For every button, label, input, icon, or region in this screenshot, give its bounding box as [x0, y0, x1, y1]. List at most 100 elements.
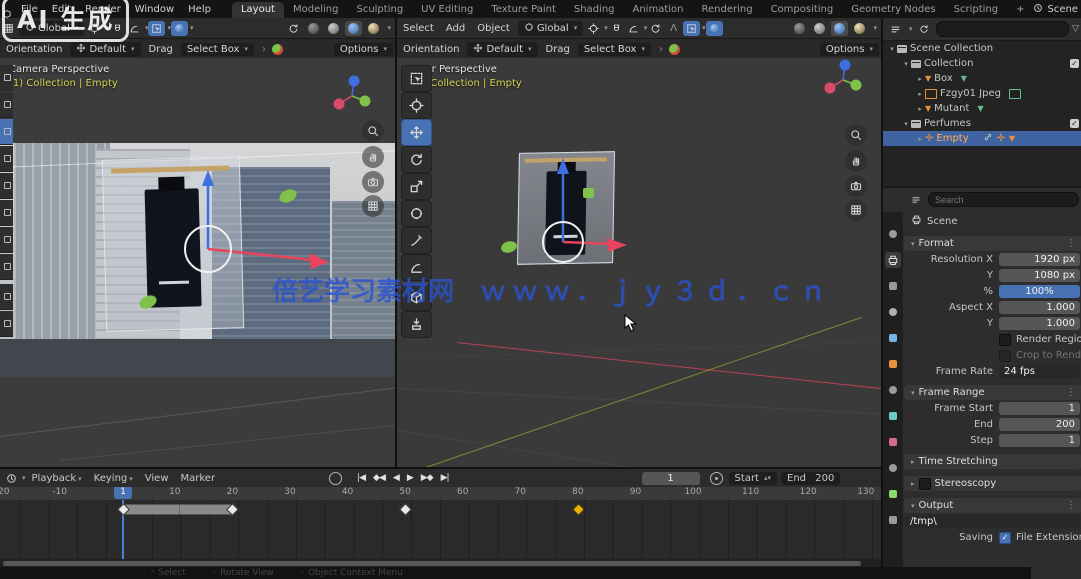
section-menu-icon[interactable]: ⋮: [1066, 238, 1077, 249]
property-tab-3[interactable]: [885, 304, 901, 320]
property-tab-6[interactable]: [885, 382, 901, 398]
move-gizmo[interactable]: [95, 150, 345, 315]
tab-texture-paint[interactable]: Texture Paint: [482, 2, 565, 18]
timeline-ruler[interactable]: -20-101020304050607080901001101201301: [0, 485, 881, 500]
tool-sliver[interactable]: [0, 254, 13, 280]
tool-extrude-button[interactable]: [401, 311, 432, 338]
timeline-tracks[interactable]: [0, 500, 881, 559]
keyframe-50[interactable]: [399, 503, 412, 516]
axis-navigation-gizmo[interactable]: [330, 74, 374, 118]
pan-hand-icon[interactable]: [845, 150, 867, 172]
tool-sliver[interactable]: [0, 200, 13, 226]
prop-value-field[interactable]: 1.000: [999, 301, 1080, 314]
checkbox[interactable]: [999, 350, 1011, 362]
drag-mode-dropdown[interactable]: Select Box▾: [181, 43, 254, 56]
tool-measure-button[interactable]: [401, 254, 432, 281]
property-tab-1-output[interactable]: [885, 252, 901, 268]
move-gizmo[interactable]: [495, 150, 675, 270]
preview-range-icon[interactable]: [710, 472, 723, 485]
shading-solid-button[interactable]: [325, 21, 342, 36]
scrollbar-thumb[interactable]: [3, 561, 861, 566]
tool-annotate-button[interactable]: [401, 227, 432, 254]
prop-dropdown[interactable]: 24 fps: [999, 365, 1080, 378]
shading-wireframe-button[interactable]: [305, 21, 322, 36]
properties-search-input[interactable]: [928, 192, 1079, 207]
outliner-item-box[interactable]: ▸▼Box▼: [883, 71, 1081, 86]
properties-menu-icon[interactable]: [907, 192, 924, 207]
outliner-item-scene-collection[interactable]: ▾Scene Collection: [883, 41, 1081, 56]
property-tab-0[interactable]: [885, 226, 901, 242]
vpl-options-dropdown[interactable]: Options▾: [334, 43, 393, 56]
next-keyframe-button[interactable]: ▶◆: [418, 473, 436, 483]
proportional-edit-icon[interactable]: [647, 21, 664, 36]
tab-geometry-nodes[interactable]: Geometry Nodes: [842, 2, 944, 18]
collection-checkbox[interactable]: ✓: [1070, 59, 1079, 68]
shading-material-button[interactable]: [345, 21, 362, 36]
current-frame-field[interactable]: 1: [642, 472, 700, 485]
tool-sliver[interactable]: [0, 173, 13, 199]
tab-modeling[interactable]: Modeling: [284, 2, 348, 18]
section-header-time-stretching[interactable]: ▸Time Stretching: [904, 454, 1081, 469]
menu-window[interactable]: Window: [128, 4, 181, 15]
timeline-menu-playback[interactable]: Playback▾: [26, 473, 88, 484]
shading-rendered-button[interactable]: [851, 21, 868, 36]
timeline-menu-marker[interactable]: Marker: [175, 473, 222, 484]
collapse-icon[interactable]: ▾: [887, 45, 897, 53]
play-button[interactable]: ▶: [404, 473, 416, 483]
axis-navigation-gizmo[interactable]: [821, 58, 865, 102]
play-reverse-button[interactable]: ◀: [390, 473, 402, 483]
tool-orientation-dropdown[interactable]: Default▾: [70, 42, 140, 57]
action-strip[interactable]: [123, 504, 234, 515]
outliner-item-empty[interactable]: ▸✛Empty✛▼: [883, 131, 1081, 146]
jump-to-end-button[interactable]: ▶|: [438, 473, 452, 483]
editor-type-clock-icon[interactable]: [3, 471, 20, 486]
prop-value-field[interactable]: 1: [999, 402, 1080, 415]
vpr-options-dropdown[interactable]: Options▾: [820, 43, 879, 56]
shading-material-button[interactable]: [831, 21, 848, 36]
collapse-icon[interactable]: ▾: [901, 60, 911, 68]
add-menu[interactable]: Add: [440, 23, 471, 34]
snap-settings-dropdown[interactable]: [625, 21, 642, 36]
breadcrumb-scene[interactable]: Scene: [927, 216, 958, 227]
expand-icon[interactable]: ▸: [915, 75, 925, 83]
tool-move-button[interactable]: [401, 119, 432, 146]
tool-transform-button[interactable]: [401, 200, 432, 227]
tab-uv-editing[interactable]: UV Editing: [412, 2, 482, 18]
timeline-menu-keying[interactable]: Keying▾: [88, 473, 139, 484]
overlays-toggle[interactable]: [285, 21, 302, 36]
auto-keying-record-button[interactable]: [329, 472, 342, 485]
snap-toggle-active[interactable]: [683, 21, 700, 36]
zoom-icon[interactable]: [845, 124, 867, 146]
tool-sliver[interactable]: [0, 92, 13, 118]
camera-view-icon[interactable]: [362, 171, 384, 193]
vpr-orientation-dropdown[interactable]: Global▾: [518, 21, 583, 36]
tool-sliver[interactable]: [0, 311, 13, 337]
section-header-stereoscopy[interactable]: ▸Stereoscopy: [904, 476, 1081, 491]
property-tab-7[interactable]: [885, 408, 901, 424]
section-header-frame-range[interactable]: ▾Frame Range⋮: [904, 385, 1081, 400]
tool-sliver[interactable]: [0, 65, 13, 91]
section-header-output[interactable]: ▾Output⋮: [904, 498, 1081, 513]
frame-end-field[interactable]: End 200: [781, 472, 840, 485]
proportional-edit-toggle[interactable]: [148, 21, 165, 36]
section-checkbox[interactable]: [919, 478, 931, 490]
property-tab-8[interactable]: [885, 434, 901, 450]
outliner-item-collection[interactable]: ▾Collection✓: [883, 56, 1081, 71]
filter-icon-left[interactable]: [916, 22, 933, 37]
proportional-toggle-active[interactable]: [706, 21, 723, 36]
jump-to-start-button[interactable]: |◀: [354, 473, 368, 483]
expand-icon[interactable]: ▸: [915, 90, 925, 98]
section-menu-icon[interactable]: ⋮: [1066, 500, 1077, 511]
expand-icon[interactable]: ›: [256, 44, 272, 55]
tool-add-cube-button[interactable]: [401, 284, 432, 311]
expand-icon[interactable]: ▸: [915, 105, 925, 113]
playhead[interactable]: 1: [114, 486, 132, 499]
falloff-icon[interactable]: Λ: [664, 23, 683, 34]
tab--[interactable]: +: [1007, 2, 1033, 18]
property-tab-10[interactable]: [885, 486, 901, 502]
shading-solid-button[interactable]: [811, 21, 828, 36]
filter-funnel-icon[interactable]: ▽: [1072, 24, 1079, 34]
output-path-field[interactable]: /tmp\: [905, 515, 1080, 528]
tab-rendering[interactable]: Rendering: [692, 2, 761, 18]
tool-cursor-button[interactable]: [401, 92, 432, 119]
